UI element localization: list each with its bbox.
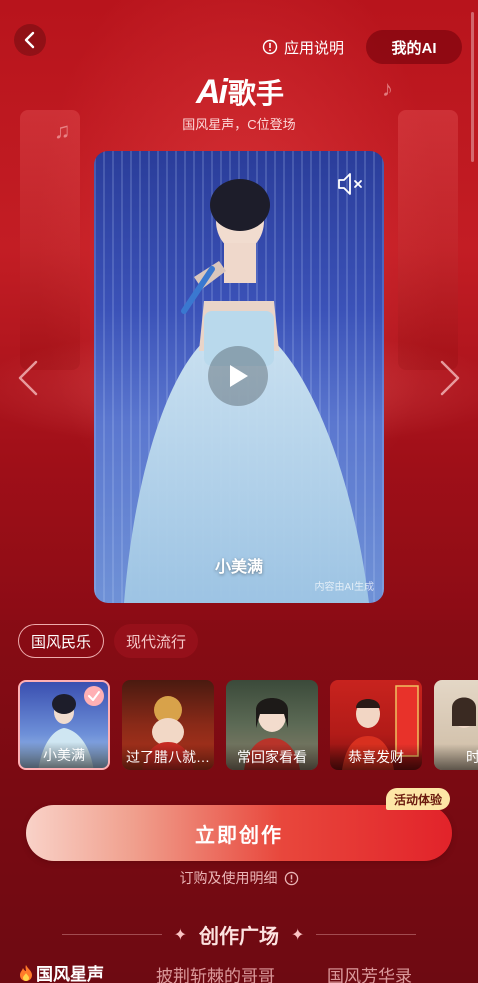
singer-name: 小美满 bbox=[214, 559, 263, 576]
stage-pillar bbox=[20, 110, 80, 370]
play-button[interactable] bbox=[208, 346, 268, 406]
song-carousel: 小美满 过了腊八就… 常回家看看 恭喜发财 时间 bbox=[18, 680, 478, 772]
song-card-label: 恭喜发财 bbox=[330, 744, 422, 770]
logo-ai-text: Ai bbox=[195, 72, 228, 111]
tab-guofeng-fanghualu[interactable]: 国风芳华录 bbox=[327, 962, 412, 983]
tab-label: 国风星声 bbox=[36, 965, 104, 983]
info-icon bbox=[262, 39, 278, 55]
back-icon bbox=[24, 31, 35, 49]
usage-details-link[interactable]: 订购及使用明细 bbox=[0, 868, 478, 888]
divider bbox=[316, 934, 417, 935]
song-card[interactable]: 小美满 bbox=[18, 680, 110, 770]
category-tabs: 国风民乐 现代流行 bbox=[18, 624, 199, 658]
creation-plaza-header: ✦ 创作广场 ✦ bbox=[0, 920, 478, 949]
mute-icon[interactable] bbox=[336, 171, 366, 197]
video-player[interactable]: 小美满 内容由AI生成 bbox=[94, 151, 384, 603]
create-now-button[interactable]: 立即创作 bbox=[26, 805, 452, 861]
help-link[interactable]: 应用说明 bbox=[262, 37, 344, 57]
plaza-title: 创作广场 bbox=[199, 926, 279, 948]
song-card[interactable]: 时间 bbox=[434, 680, 478, 770]
play-icon bbox=[230, 365, 248, 387]
song-card-label: 小美满 bbox=[20, 742, 108, 768]
song-card[interactable]: 恭喜发财 bbox=[330, 680, 422, 770]
song-card-label: 时间 bbox=[434, 744, 478, 770]
song-card-label: 常回家看看 bbox=[226, 744, 318, 770]
stage-pillar bbox=[398, 110, 458, 370]
song-card[interactable]: 常回家看看 bbox=[226, 680, 318, 770]
tab-xiandai-liuxing[interactable]: 现代流行 bbox=[114, 624, 199, 658]
back-button[interactable] bbox=[14, 24, 46, 56]
info-icon bbox=[284, 871, 298, 885]
usage-details-label: 订购及使用明细 bbox=[179, 870, 278, 886]
divider bbox=[61, 934, 162, 935]
tagline: 国风星声，C位登场 bbox=[182, 117, 296, 132]
fire-icon bbox=[20, 964, 32, 981]
tab-guofeng-minyue[interactable]: 国风民乐 bbox=[18, 624, 105, 658]
music-note-icon: ♫ bbox=[54, 118, 71, 143]
song-card-label: 过了腊八就… bbox=[122, 744, 214, 770]
tab-guofeng-xingsheng[interactable]: 国风星声 bbox=[18, 962, 104, 983]
ai-generated-label: 内容由AI生成 bbox=[314, 582, 374, 593]
music-note-icon: ♪ bbox=[382, 76, 393, 101]
activity-badge: 活动体验 bbox=[386, 788, 451, 810]
my-ai-button[interactable]: 我的AI bbox=[366, 30, 462, 64]
help-label: 应用说明 bbox=[284, 39, 345, 57]
check-icon bbox=[84, 686, 104, 706]
plaza-tabs: 国风星声 披荆斩棘的哥哥 国风芳华录 bbox=[18, 962, 478, 983]
sparkle-icon: ✦ bbox=[173, 926, 187, 944]
chevron-right-icon[interactable] bbox=[438, 358, 462, 398]
logo-title-text: 歌手 bbox=[227, 78, 284, 109]
ai-singer-logo: Ai 歌手 bbox=[176, 72, 304, 112]
song-card[interactable]: 过了腊八就… bbox=[122, 680, 214, 770]
scrollbar[interactable] bbox=[471, 12, 474, 162]
chevron-left-icon[interactable] bbox=[16, 358, 40, 398]
tab-pijing-zhanji[interactable]: 披荆斩棘的哥哥 bbox=[156, 962, 275, 983]
sparkle-icon: ✦ bbox=[291, 926, 305, 944]
